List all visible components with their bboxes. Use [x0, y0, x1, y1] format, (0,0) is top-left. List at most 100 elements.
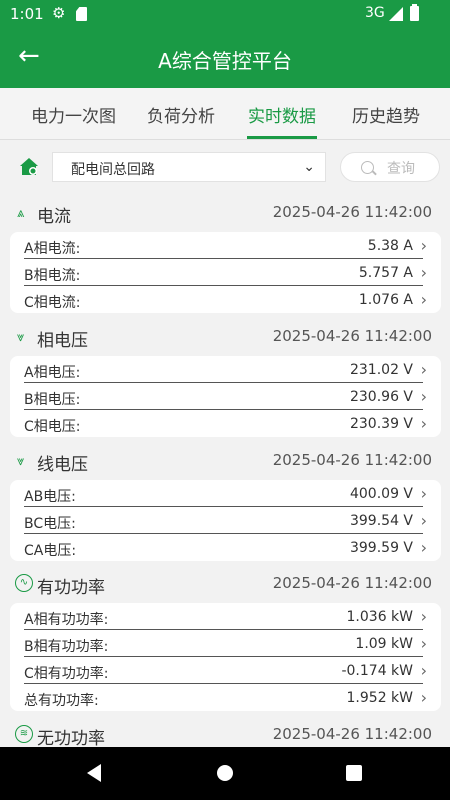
nav-home-icon[interactable]: [217, 765, 233, 781]
row-label: C相电压:: [24, 419, 81, 435]
active-power-card: A相有功功率: 1.036 kW › B相有功功率: 1.09 kW › C相有功功率:…: [10, 603, 441, 711]
section-title: 线电压: [37, 455, 88, 475]
list-item[interactable]: B相电流: 5.757 A ›: [10, 259, 441, 286]
row-value: 231.02 V: [349, 362, 413, 378]
home-settings-icon[interactable]: [18, 156, 40, 178]
voltage-icon: ⩔: [17, 330, 25, 345]
row-label: B相有功功率:: [24, 639, 109, 655]
voltage-icon: ⩔: [17, 454, 25, 469]
list-item[interactable]: BC电压: 399.54 V ›: [10, 507, 441, 534]
list-item[interactable]: CA电压: 399.59 V ›: [10, 534, 441, 561]
chevron-right-icon: ›: [420, 414, 427, 433]
status-time: 1:01: [10, 5, 44, 23]
chevron-right-icon: ›: [420, 538, 427, 557]
gear-icon: ⚙: [52, 4, 66, 22]
row-value: 1.952 kW: [346, 690, 413, 706]
search-icon: [361, 161, 374, 174]
section-title: 无功功率: [37, 729, 105, 749]
list-item[interactable]: B相电压: 230.96 V ›: [10, 383, 441, 410]
chevron-right-icon: ›: [420, 387, 427, 406]
row-label: CA电压:: [24, 543, 77, 559]
search-placeholder: 查询: [387, 161, 415, 177]
row-label: AB电压:: [24, 489, 76, 505]
chevron-right-icon: ›: [420, 236, 427, 255]
row-value: 399.54 V: [349, 513, 413, 529]
active-power-icon: ∿: [15, 574, 33, 592]
row-value: 400.09 V: [349, 486, 413, 502]
circuit-select[interactable]: 配电间总回路 ⌄: [52, 152, 326, 182]
current-icon: ⩓: [17, 206, 25, 221]
tab-realtime-data[interactable]: 实时数据: [248, 102, 316, 127]
section-timestamp: 2025-04-26 11:42:00: [272, 451, 432, 469]
row-value: 5.757 A: [358, 265, 413, 281]
section-header-current: ⩓ 电流 2025-04-26 11:42:00: [0, 199, 450, 227]
current-card: A相电流: 5.38 A › B相电流: 5.757 A › C相电流: 1.076 A ›: [10, 232, 441, 313]
line-voltage-card: AB电压: 400.09 V › BC电压: 399.54 V › CA电压: 399.5…: [10, 480, 441, 561]
circuit-select-value: 配电间总回路: [71, 162, 155, 178]
reactive-power-icon: ≋: [15, 725, 33, 743]
tab-power-diagram[interactable]: 电力一次图: [31, 102, 116, 127]
chevron-right-icon: ›: [420, 607, 427, 626]
tab-bar: 电力一次图 负荷分析 实时数据 历史趋势: [0, 88, 450, 140]
tab-load-analysis[interactable]: 负荷分析: [147, 102, 215, 127]
active-tab-indicator: [247, 136, 317, 139]
status-bar: 1:01 ⚙ 3G: [0, 0, 450, 28]
sd-card-icon: [76, 7, 87, 21]
list-item[interactable]: A相有功功率: 1.036 kW ›: [10, 603, 441, 630]
row-value: 1.076 A: [358, 292, 413, 308]
row-label: C相电流:: [24, 295, 81, 311]
section-title: 电流: [37, 207, 71, 227]
chevron-right-icon: ›: [420, 484, 427, 503]
section-timestamp: 2025-04-26 11:42:00: [272, 203, 432, 221]
chevron-right-icon: ›: [420, 661, 427, 680]
section-header-line-voltage: ⩔ 线电压 2025-04-26 11:42:00: [0, 447, 450, 475]
row-label: BC电压:: [24, 516, 76, 532]
row-value: 230.96 V: [349, 389, 413, 405]
row-value: 1.09 kW: [355, 636, 413, 652]
app-bar: ← A综合管控平台: [0, 28, 450, 88]
row-value: -0.174 kW: [341, 663, 413, 679]
phase-voltage-card: A相电压: 231.02 V › B相电压: 230.96 V › C相电压: 230.3…: [10, 356, 441, 437]
list-item[interactable]: C相有功功率: -0.174 kW ›: [10, 657, 441, 684]
list-item[interactable]: 总有功功率: 1.952 kW ›: [10, 684, 441, 711]
signal-icon: [389, 7, 403, 21]
section-timestamp: 2025-04-26 11:42:00: [272, 327, 432, 345]
chevron-right-icon: ›: [420, 360, 427, 379]
row-label: A相电流:: [24, 241, 81, 257]
row-label: C相有功功率:: [24, 666, 109, 682]
list-item[interactable]: C相电压: 230.39 V ›: [10, 410, 441, 437]
list-item[interactable]: C相电流: 1.076 A ›: [10, 286, 441, 313]
search-input[interactable]: 查询: [340, 152, 440, 182]
network-type: 3G: [365, 5, 385, 21]
chevron-right-icon: ›: [420, 511, 427, 530]
battery-icon: [410, 4, 419, 21]
tab-history-trend[interactable]: 历史趋势: [352, 102, 420, 127]
list-item[interactable]: B相有功功率: 1.09 kW ›: [10, 630, 441, 657]
section-title: 相电压: [37, 331, 88, 351]
chevron-right-icon: ›: [420, 290, 427, 309]
section-title: 有功功率: [37, 578, 105, 598]
section-timestamp: 2025-04-26 11:42:00: [272, 725, 432, 743]
page-title: A综合管控平台: [158, 49, 292, 73]
filter-bar: 配电间总回路 ⌄ 查询: [0, 141, 450, 197]
list-item[interactable]: A相电压: 231.02 V ›: [10, 356, 441, 383]
row-label: B相电流:: [24, 268, 81, 284]
chevron-right-icon: ›: [420, 263, 427, 282]
row-value: 5.38 A: [367, 238, 413, 254]
chevron-right-icon: ›: [420, 634, 427, 653]
list-item[interactable]: A相电流: 5.38 A ›: [10, 232, 441, 259]
row-label: A相电压:: [24, 365, 81, 381]
section-header-reactive-power: ≋ 无功功率 2025-04-26 11:42:00: [0, 721, 450, 749]
section-header-phase-voltage: ⩔ 相电压 2025-04-26 11:42:00: [0, 323, 450, 351]
list-item[interactable]: AB电压: 400.09 V ›: [10, 480, 441, 507]
nav-recents-icon[interactable]: [346, 765, 362, 781]
row-value: 399.59 V: [349, 540, 413, 556]
row-value: 230.39 V: [349, 416, 413, 432]
row-label: 总有功功率:: [24, 693, 99, 709]
chevron-right-icon: ›: [420, 688, 427, 707]
section-header-active-power: ∿ 有功功率 2025-04-26 11:42:00: [0, 570, 450, 598]
system-nav-bar: [0, 747, 450, 800]
row-label: B相电压:: [24, 392, 81, 408]
row-value: 1.036 kW: [346, 609, 413, 625]
nav-back-icon[interactable]: [87, 764, 101, 782]
